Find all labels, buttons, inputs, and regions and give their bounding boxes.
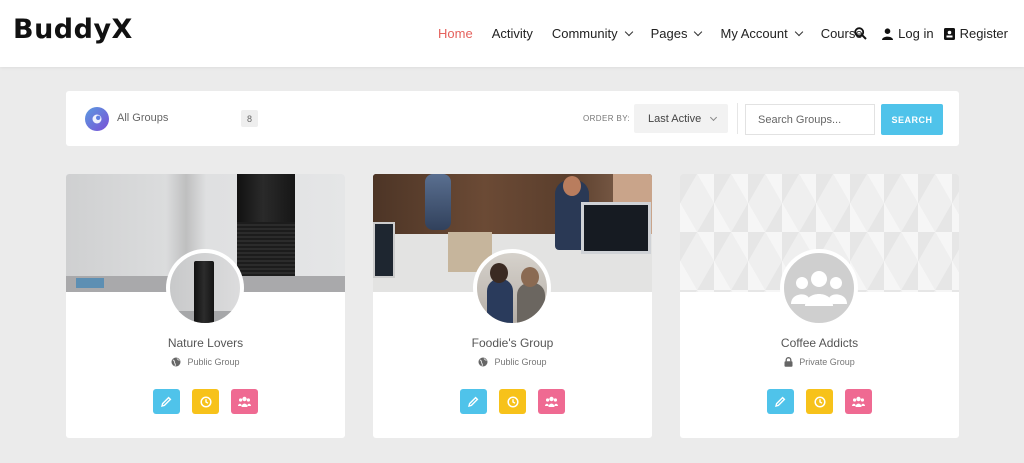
order-by-label: ORDER BY: — [583, 114, 631, 123]
group-avatar[interactable] — [473, 249, 551, 327]
activity-button[interactable] — [499, 389, 526, 414]
edit-button[interactable] — [460, 389, 487, 414]
group-type-label: Public Group — [187, 357, 240, 367]
search-button[interactable]: SEARCH — [881, 104, 943, 135]
nav-item-label: Community — [551, 26, 618, 41]
group-card: Foodie's Group Public Group — [373, 174, 652, 438]
order-by-value: Last Active — [648, 112, 702, 125]
edit-button[interactable] — [767, 389, 794, 414]
members-button[interactable] — [845, 389, 872, 414]
user-icon — [882, 27, 894, 40]
group-type-label: Public Group — [494, 357, 547, 367]
nav-item-home[interactable]: Home — [438, 26, 473, 41]
chevron-down-icon — [694, 27, 703, 37]
groups-icon — [85, 107, 109, 131]
group-type: Public Group — [66, 357, 345, 367]
nav-item-community[interactable]: Community — [551, 26, 633, 41]
nav-item-pages[interactable]: Pages — [650, 26, 703, 41]
group-avatar[interactable] — [166, 249, 244, 327]
nav-item-label: Activity — [491, 26, 533, 41]
order-by-select[interactable]: Last Active — [634, 104, 728, 133]
lock-icon — [784, 357, 793, 367]
clock-icon — [813, 395, 826, 408]
chevron-down-icon — [709, 113, 718, 122]
register-link[interactable]: Register — [943, 26, 1008, 41]
members-icon — [545, 396, 558, 407]
id-card-icon — [943, 27, 955, 40]
chevron-down-icon — [794, 27, 803, 37]
clock-icon — [199, 395, 212, 408]
search-icon — [854, 27, 867, 40]
groups-count-badge: 8 — [241, 110, 258, 127]
nav-item-label: Home — [438, 26, 473, 41]
group-placeholder-icon — [791, 271, 847, 306]
site-logo[interactable]: BuddyX — [13, 14, 133, 45]
edit-button[interactable] — [153, 389, 180, 414]
chevron-down-icon — [624, 27, 633, 37]
login-link[interactable]: Log in — [882, 26, 934, 41]
group-name[interactable]: Coffee Addicts — [680, 336, 959, 350]
header-search-button[interactable] — [854, 27, 872, 40]
activity-button[interactable] — [806, 389, 833, 414]
nav-item-label: Pages — [650, 26, 688, 41]
search-groups-input[interactable] — [745, 104, 875, 135]
nav-item-label: My Account — [720, 26, 788, 41]
clock-icon — [506, 395, 519, 408]
activity-button[interactable] — [192, 389, 219, 414]
all-groups-tab[interactable]: All Groups — [117, 112, 168, 124]
group-actions — [680, 389, 959, 414]
register-label: Register — [959, 26, 1008, 41]
nav-item-my-account[interactable]: My Account — [720, 26, 803, 41]
group-name[interactable]: Foodie's Group — [373, 336, 652, 350]
site-header: BuddyX Home Activity Community Pages My … — [0, 0, 1024, 67]
group-actions — [373, 389, 652, 414]
globe-icon — [171, 357, 181, 367]
members-button[interactable] — [538, 389, 565, 414]
group-actions — [66, 389, 345, 414]
pencil-icon — [161, 396, 172, 407]
group-card: Coffee Addicts Private Group — [680, 174, 959, 438]
group-type-label: Private Group — [799, 357, 855, 367]
pencil-icon — [775, 396, 786, 407]
members-icon — [238, 396, 251, 407]
group-name[interactable]: Nature Lovers — [66, 336, 345, 350]
globe-icon — [478, 357, 488, 367]
group-type: Public Group — [373, 357, 652, 367]
main-nav: Home Activity Community Pages My Account… — [438, 0, 882, 67]
members-button[interactable] — [231, 389, 258, 414]
toolbar-divider — [737, 103, 738, 134]
group-card: Nature Lovers Public Group — [66, 174, 345, 438]
nav-item-activity[interactable]: Activity — [492, 26, 533, 41]
members-icon — [852, 396, 865, 407]
header-actions: Log in Register — [844, 0, 1008, 67]
group-type: Private Group — [680, 357, 959, 367]
login-label: Log in — [898, 26, 934, 41]
pencil-icon — [468, 396, 479, 407]
group-avatar[interactable] — [780, 249, 858, 327]
groups-toolbar: All Groups 8 ORDER BY: Last Active SEARC… — [66, 91, 959, 146]
